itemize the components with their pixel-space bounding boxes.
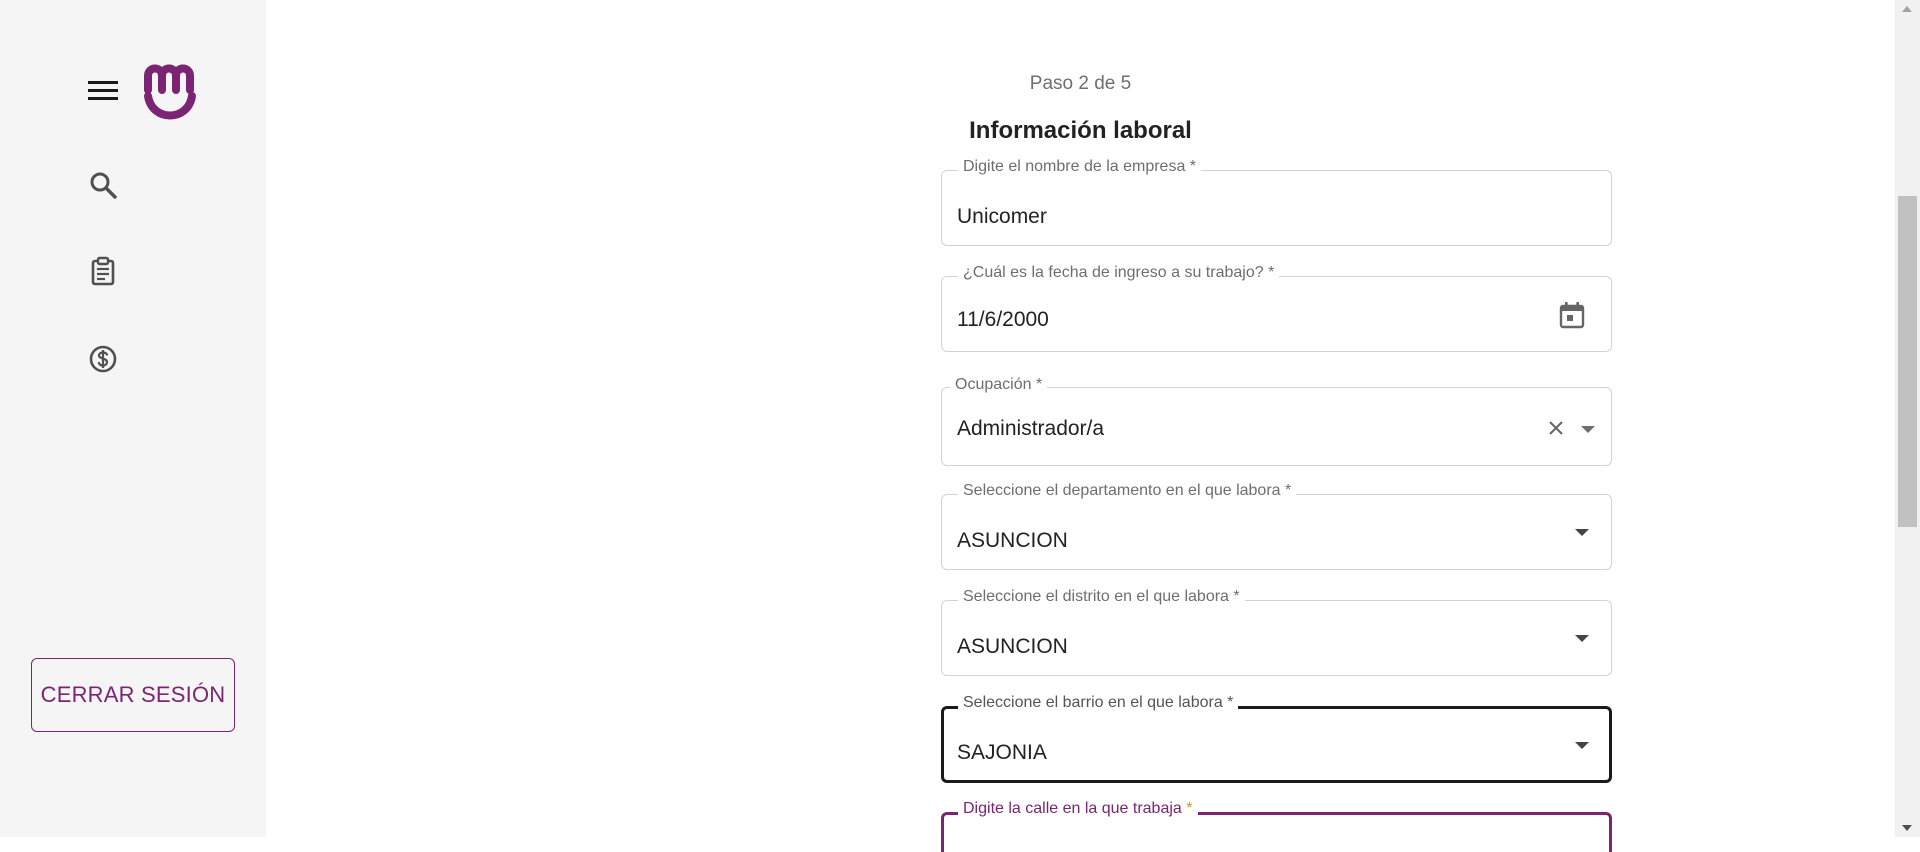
district-value: ASUNCION — [957, 635, 1068, 658]
logout-button[interactable]: CERRAR SESIÓN — [31, 658, 235, 732]
neighborhood-label: Seleccione el barrio en el que labora * — [958, 694, 1239, 712]
department-label: Seleccione el departamento en el que lab… — [958, 482, 1297, 500]
form-title: Información laboral — [969, 117, 1192, 144]
close-icon[interactable] — [1548, 420, 1564, 436]
scroll-down-icon[interactable] — [1902, 825, 1912, 831]
department-value: ASUNCION — [957, 529, 1068, 552]
start-date-label: ¿Cuál es la fecha de ingreso a su trabaj… — [958, 264, 1280, 282]
sidebar: CERRAR SESIÓN — [0, 0, 266, 837]
search-icon[interactable] — [88, 170, 118, 200]
street-label: Digite la calle en la que trabaja * — [958, 800, 1198, 818]
district-label: Seleccione el distrito en el que labora … — [958, 588, 1245, 606]
district-select[interactable]: Seleccione el distrito en el que labora … — [941, 588, 1612, 676]
calendar-icon[interactable] — [1559, 301, 1585, 329]
clipboard-icon[interactable] — [88, 256, 118, 286]
chevron-down-icon[interactable] — [1575, 635, 1589, 642]
chevron-down-icon[interactable] — [1581, 426, 1595, 433]
department-select[interactable]: Seleccione el departamento en el que lab… — [941, 482, 1612, 570]
dollar-circle-icon[interactable] — [88, 344, 118, 374]
scroll-up-icon[interactable] — [1902, 6, 1912, 12]
chevron-down-icon[interactable] — [1575, 742, 1589, 749]
page-scrollbar[interactable] — [1895, 0, 1920, 837]
chevron-down-icon[interactable] — [1575, 529, 1589, 536]
occupation-value: Administrador/a — [957, 417, 1105, 440]
neighborhood-value: SAJONIA — [957, 741, 1047, 764]
start-date-value: 11/6/2000 — [957, 308, 1049, 331]
occupation-label: Ocupación * — [950, 376, 1048, 394]
company-name-value: Unicomer — [957, 205, 1047, 228]
main-content: Paso 2 de 5 Información laboral Digite e… — [266, 0, 1895, 852]
company-name-field[interactable]: Digite el nombre de la empresa * Unicome… — [941, 158, 1612, 246]
occupation-field[interactable]: Ocupación * Administrador/a — [941, 376, 1612, 466]
neighborhood-select[interactable]: Seleccione el barrio en el que labora * … — [941, 694, 1612, 783]
street-input[interactable]: Digite la calle en la que trabaja * — [941, 800, 1612, 852]
scroll-thumb[interactable] — [1898, 196, 1917, 527]
step-indicator: Paso 2 de 5 — [1029, 73, 1132, 94]
menu-icon[interactable] — [88, 78, 118, 102]
company-name-label: Digite el nombre de la empresa * — [958, 158, 1202, 176]
start-date-field[interactable]: ¿Cuál es la fecha de ingreso a su trabaj… — [941, 264, 1612, 352]
brand-logo-icon — [144, 64, 196, 120]
